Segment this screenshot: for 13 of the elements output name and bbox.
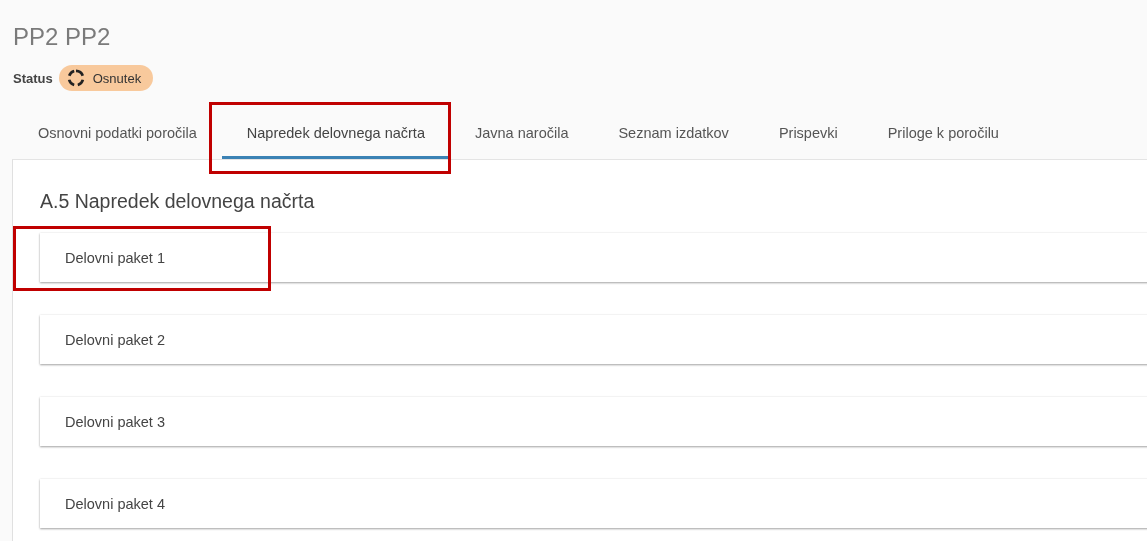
accordion-panel[interactable]: Delovni paket 1 xyxy=(40,233,1147,282)
tab[interactable]: Prispevki xyxy=(753,109,863,159)
tab[interactable]: Osnovni podatki poročila xyxy=(13,109,222,159)
accordion-panel[interactable]: Delovni paket 3 xyxy=(40,397,1147,446)
accordion-panel[interactable]: Delovni paket 4 xyxy=(40,479,1147,528)
tab[interactable]: Priloge k poročilu xyxy=(862,109,1024,159)
status-badge: Osnutek xyxy=(58,65,154,91)
section-title: A.5 Napredek delovnega načrta xyxy=(40,190,315,213)
page-title: PP2 PP2 xyxy=(13,22,111,52)
tab[interactable]: Seznam izdatkov xyxy=(593,109,754,159)
tab[interactable]: Javna naročila xyxy=(449,109,594,159)
status-label: Status xyxy=(13,70,53,86)
accordion-panel[interactable]: Delovni paket 2 xyxy=(40,315,1147,364)
